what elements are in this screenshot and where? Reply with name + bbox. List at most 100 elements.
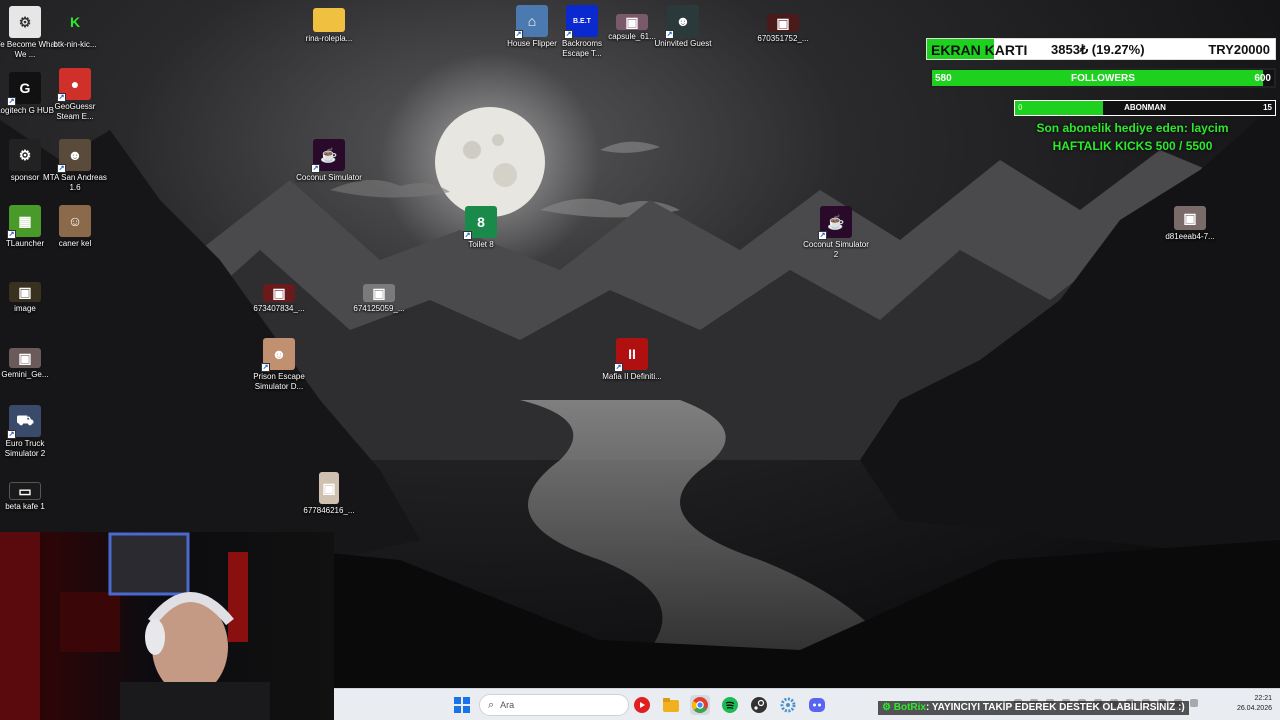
desktop-icon-beta-kafe[interactable]: ▭ beta kafe 1 (0, 482, 56, 512)
desktop-icon-coconut-simulator-2[interactable]: ☕ ↗ Coconut Simulator 2 (803, 206, 869, 260)
desktop-icon-label: 670351752_... (757, 34, 809, 43)
desktop-icon-label: GeoGuessr Steam E... (54, 102, 96, 121)
desktop-icon-label: rina-rolepla... (305, 34, 353, 43)
desktop-icon-label: d81eeab4-7... (1165, 232, 1215, 241)
subscription-goal-bar: 0 ABONMAN 15 (1014, 100, 1276, 116)
desktop-icon-label: MTA San Andreas 1.6 (43, 173, 107, 192)
desktop-icon-d81eeab4[interactable]: ▣ d81eeab4-7... (1159, 206, 1221, 242)
image-file-icon: ☺ (59, 205, 91, 237)
taskbar-search[interactable]: ⌕ Ara (479, 694, 629, 716)
followers-goal-bar: 580 FOLLOWERS 600 (930, 68, 1276, 88)
image-file-icon: ▣ (319, 472, 339, 504)
desktop-icon-673407834[interactable]: ▣ 673407834_... (248, 284, 310, 314)
desktop-icon-geoguessr[interactable]: ● ↗ GeoGuessr Steam E... (44, 68, 106, 122)
clock-time: 22:21 (1254, 695, 1272, 702)
search-placeholder: Ara (500, 700, 515, 710)
image-file-icon: ▣ (616, 14, 648, 30)
desktop-icon-label: image (14, 304, 36, 313)
desktop-icon-label: Gemini_Ge... (1, 370, 49, 379)
subscription-goal: 15 (1263, 103, 1272, 112)
desktop-icon-label: Backrooms Escape T... (561, 39, 602, 58)
chat-ticker: ⚙ BotRix: YAYINCIYI TAKİP EDEREK DESTEK … (878, 701, 1189, 715)
taskbar-clock[interactable]: 22:21 26.04.2026 (1237, 694, 1272, 714)
desktop-icon-670351752[interactable]: ▣ 670351752_... (752, 14, 814, 44)
minecraft-icon: ▦ ↗ (7, 205, 41, 239)
discord-icon[interactable] (807, 695, 827, 715)
image-file-icon: ▣ (9, 282, 41, 302)
desktop-icon-caner-kel[interactable]: ☺ caner kel (44, 205, 106, 249)
kick-icon: K (69, 14, 81, 30)
windows-start-icon[interactable] (452, 695, 472, 715)
mafia-icon: II ↗ (614, 338, 648, 372)
tray-icon[interactable] (1190, 699, 1198, 707)
geoguessr-icon: ● ↗ (57, 68, 91, 102)
desktop-icon-label: caner kel (58, 239, 92, 248)
followers-label: FOLLOWERS (1071, 73, 1135, 84)
desktop-icon-674125059[interactable]: ▣ 674125059_... (348, 284, 410, 314)
image-file-icon: ▣ (1174, 206, 1206, 230)
webcam-feed (0, 532, 334, 720)
coconut-icon: ☕ ↗ (818, 206, 852, 240)
desktop-icon-uninvited-guest[interactable]: ☻ ↗ Uninvited Guest (652, 5, 714, 49)
goal-target: TRY20000 (1208, 42, 1270, 57)
prison-escape-icon: ☻ ↗ (261, 338, 295, 372)
logitech-icon: G ↗ (7, 72, 41, 106)
weekly-kicks-text: HAFTALIK KICKS 500 / 5500 (1052, 139, 1213, 153)
spotify-icon[interactable] (720, 695, 740, 715)
image-file-icon: ▣ (9, 348, 41, 368)
subscription-label: ABONMAN (1124, 103, 1166, 112)
image-file-icon: ▣ (767, 14, 799, 32)
chat-username: BotRix (893, 702, 926, 713)
gear-icon: ⚙ (882, 702, 894, 713)
desktop-icon-label: 674125059_... (353, 304, 405, 313)
desktop-icon-rina-roleplay[interactable]: rina-rolepla... (298, 8, 360, 44)
desktop-icon-label: Uninvited Guest (654, 39, 712, 48)
backrooms-icon: B.E.T ↗ (564, 5, 598, 39)
file-explorer-icon[interactable] (661, 695, 681, 715)
desktop-icon-677846216[interactable]: ▣ 677846216_... (298, 472, 360, 516)
sponsor-icon: ⚙ (9, 139, 41, 171)
euro-truck-icon: ⛟ ↗ (7, 405, 41, 439)
youtube-music-icon[interactable] (632, 695, 652, 715)
search-icon: ⌕ (488, 698, 495, 711)
folder-icon (313, 8, 345, 32)
desktop-icon-label: Toilet 8 (468, 240, 494, 249)
steam-icon[interactable] (749, 695, 769, 715)
uninvited-guest-icon: ☻ ↗ (665, 5, 699, 39)
followers-goal: 600 (1254, 73, 1271, 84)
desktop-icon-toilet-8[interactable]: 8 ↗ Toilet 8 (450, 206, 512, 250)
desktop-icon-gemini[interactable]: ▣ Gemini_Ge... (0, 348, 56, 380)
webcam-image (0, 532, 270, 720)
toilet-8-icon: 8 ↗ (463, 206, 497, 240)
image-file-icon: ▣ (263, 284, 295, 302)
desktop-icon-coconut-simulator[interactable]: ☕ ↗ Coconut Simulator (296, 139, 362, 183)
taskbar: ⌕ Ara ⚙ BotRix: YAYINCIYI TAKİP EDEREK D… (334, 688, 1280, 720)
desktop-icon-label: Mafia II Definiti... (602, 372, 662, 381)
desktop-icon-mta[interactable]: ☻ ↗ MTA San Andreas 1.6 (43, 139, 107, 193)
desktop-icon-label: beta kafe 1 (5, 502, 45, 511)
house-flipper-icon: ⌂ ↗ (514, 5, 548, 39)
clock-date: 26.04.2026 (1236, 705, 1272, 712)
mta-icon: ☻ ↗ (57, 139, 91, 173)
desktop-icon-image[interactable]: ▣ image (0, 282, 56, 314)
desktop-icon-prison-escape[interactable]: ☻ ↗ Prison Escape Simulator D... (248, 338, 310, 392)
last-gift-text: Son abonelik hediye eden: laycim (1036, 121, 1229, 135)
coconut-icon: ☕ ↗ (311, 139, 345, 173)
desktop-icon-mafia-2[interactable]: II ↗ Mafia II Definiti... (601, 338, 663, 382)
game-icon: ⚙ (9, 6, 41, 38)
desktop-icon-label: Prison Escape Simulator D... (253, 372, 305, 391)
chrome-icon[interactable] (690, 695, 710, 715)
image-file-icon: ▣ (363, 284, 395, 302)
desktop-icon-btk[interactable]: K btk-nin-kic... (44, 6, 106, 50)
desktop-icon-label: btk-nin-kic... (53, 40, 97, 49)
desktop-icon-euro-truck[interactable]: ⛟ ↗ Euro Truck Simulator 2 (0, 405, 56, 459)
settings-icon[interactable] (778, 695, 798, 715)
desktop-icon-label: Coconut Simulator (296, 173, 362, 182)
desktop-icon-label: 677846216_... (303, 506, 355, 515)
desktop-icon-label: 673407834_... (253, 304, 305, 313)
goal-amount: 3853₺ (19.27%) (1051, 42, 1145, 57)
desktop-icon-label: Coconut Simulator 2 (803, 240, 869, 259)
graphics-card-goal-bar: EKRAN KARTI 3853₺ (19.27%) TRY20000 (926, 38, 1276, 60)
chat-message: : YAYINCIYI TAKİP EDEREK DESTEK OLABİLİR… (925, 702, 1185, 713)
video-file-icon: ▭ (9, 482, 41, 500)
